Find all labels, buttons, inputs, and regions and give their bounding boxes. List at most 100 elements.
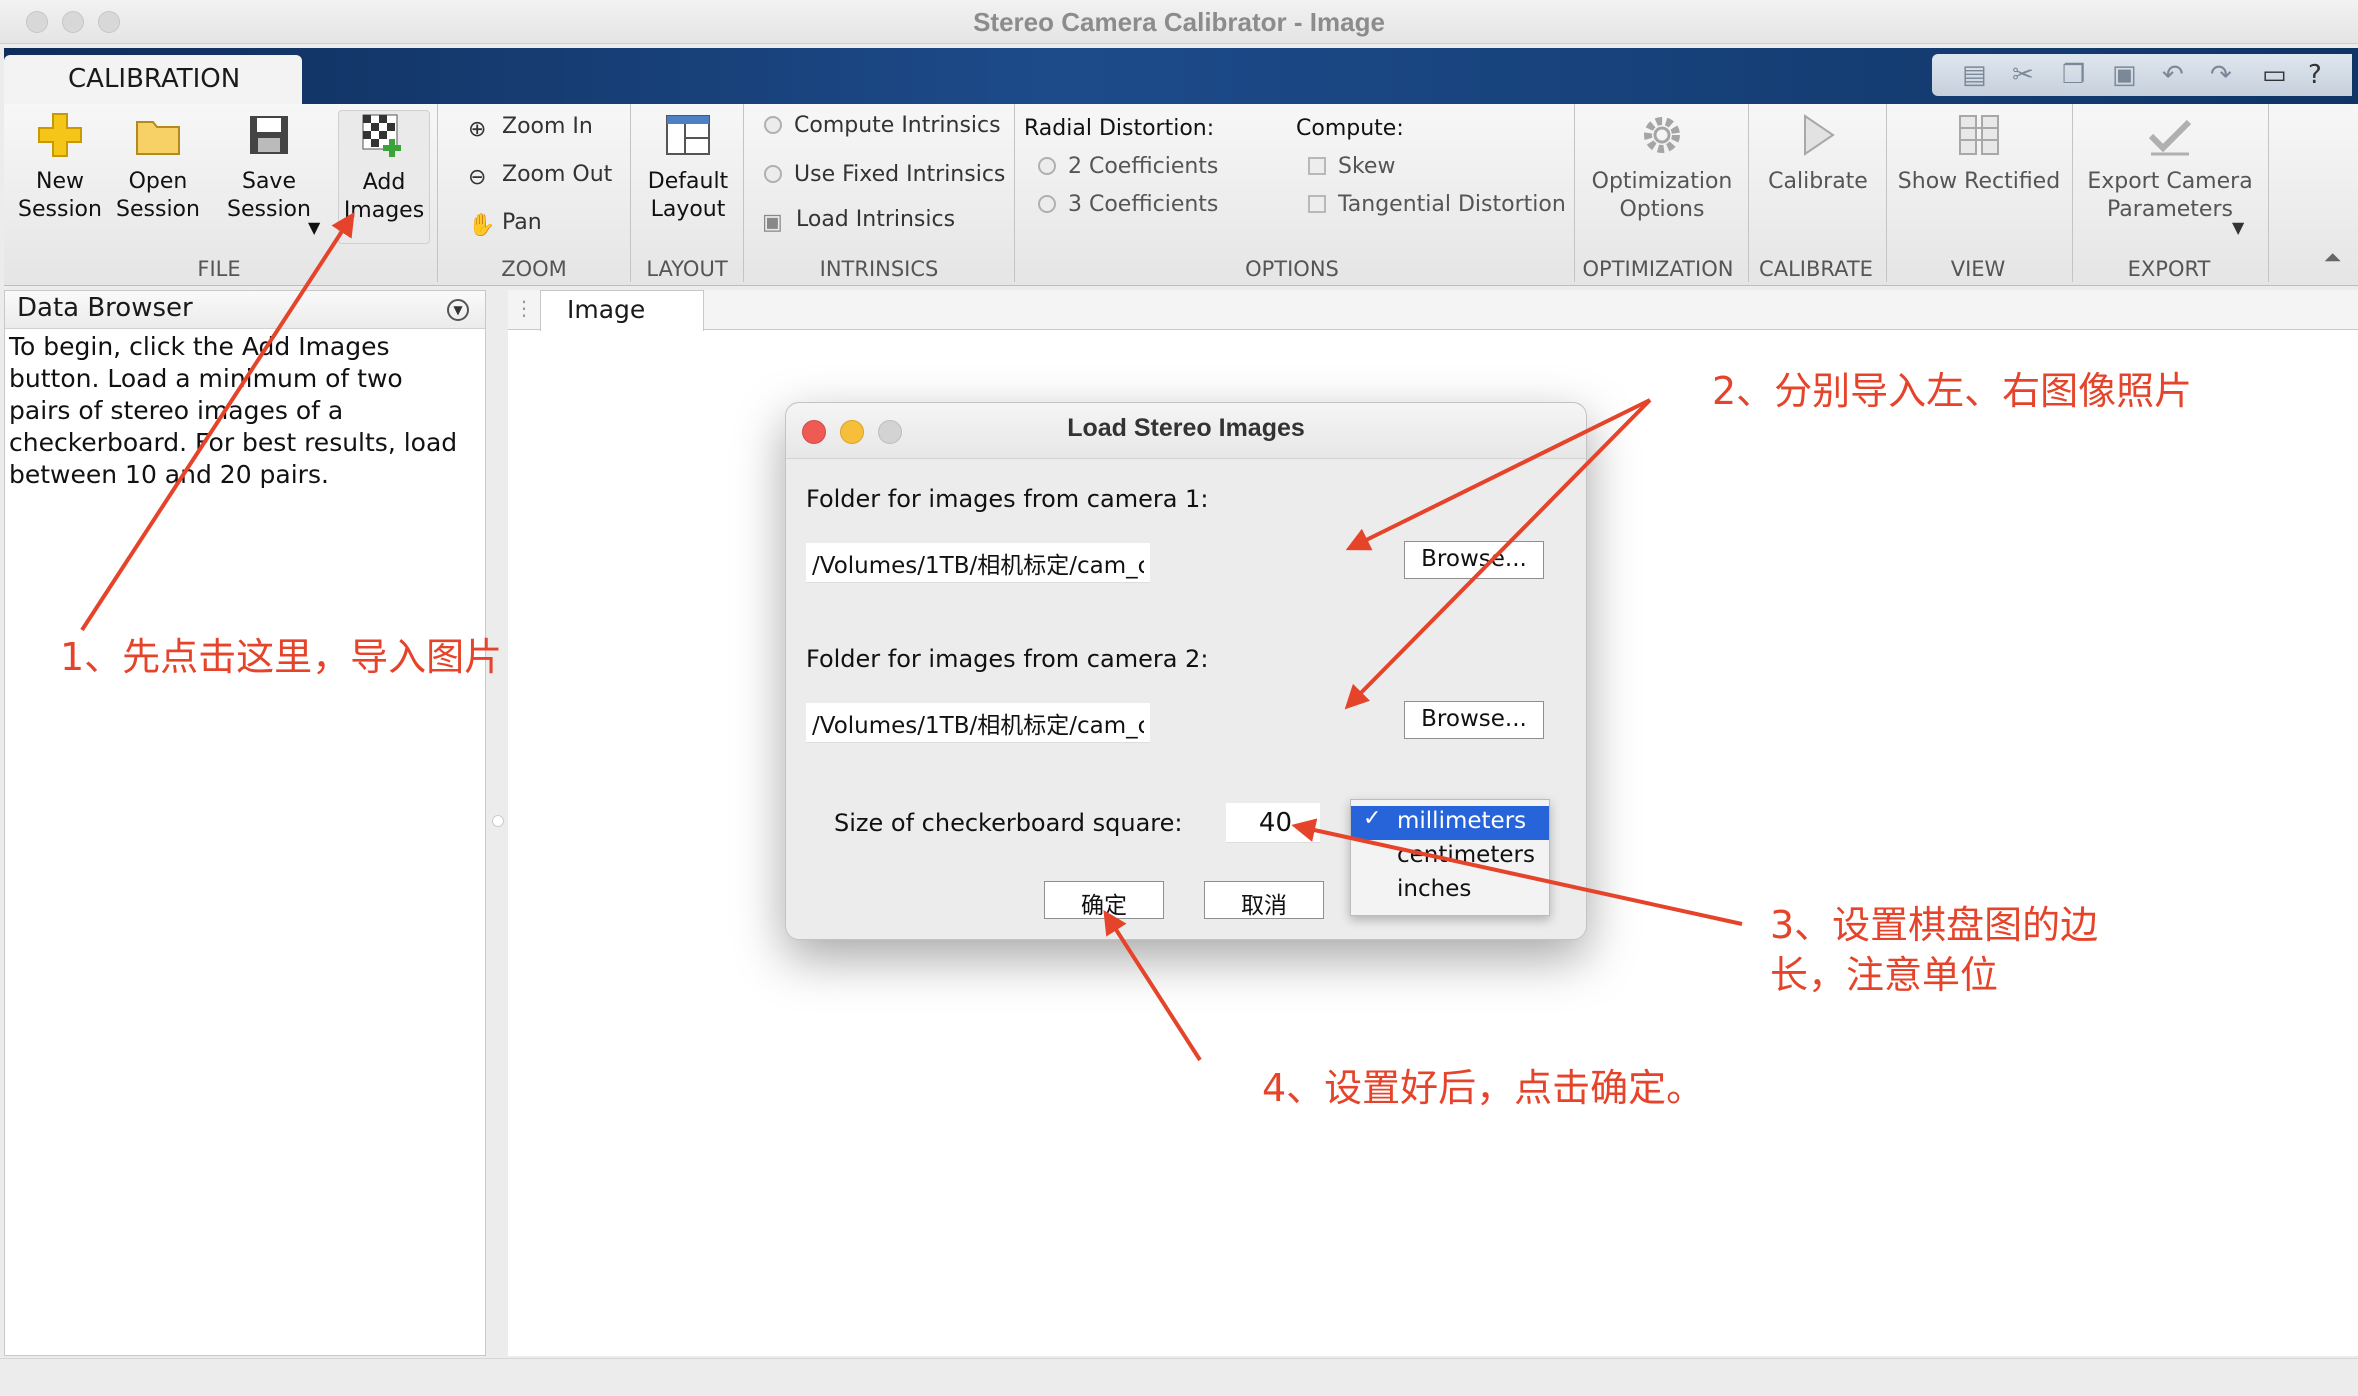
- window-titlebar: Stereo Camera Calibrator - Image: [0, 0, 2358, 44]
- divider: [1014, 104, 1015, 282]
- checkmark-icon: ✓: [1363, 806, 1382, 831]
- two-coefficients-label: 2 Coefficients: [1068, 154, 1219, 179]
- use-fixed-intrinsics-label: Use Fixed Intrinsics: [794, 162, 1006, 187]
- image-tab-bar: [508, 290, 2358, 330]
- camera2-browse-button[interactable]: Browse...: [1404, 701, 1544, 739]
- camera1-path-input[interactable]: [806, 543, 1150, 583]
- skew-label: Skew: [1338, 154, 1396, 179]
- radio-icon: [764, 116, 782, 134]
- data-browser-panel: Data Browser ▼ To begin, click the Add I…: [4, 290, 486, 1356]
- file-group-label: FILE: [197, 257, 241, 281]
- quick-access-toolbar: ▤ ✂ ❐ ▣ ↶ ↷ ▭ ?: [1932, 54, 2352, 96]
- redo-icon[interactable]: ↷: [2210, 60, 2232, 90]
- tangential-distortion-label: Tangential Distortion: [1338, 192, 1566, 217]
- skew-checkbox[interactable]: Skew: [1308, 154, 1395, 179]
- undo-icon[interactable]: ↶: [2162, 60, 2184, 90]
- square-size-input[interactable]: [1226, 803, 1320, 843]
- divider: [1574, 104, 1575, 282]
- hand-icon: ✋: [468, 213, 496, 238]
- divider: [1748, 104, 1749, 282]
- add-images-button[interactable]: Add Images: [338, 110, 430, 244]
- camera2-path-input[interactable]: [806, 703, 1150, 743]
- pan-label: Pan: [502, 210, 542, 235]
- gear-icon: [1644, 117, 1680, 153]
- unit-dropdown-list: ✓ millimeters centimeters inches: [1350, 799, 1550, 916]
- camera1-label: Folder for images from camera 1:: [806, 485, 1209, 513]
- splitter-handle[interactable]: [492, 815, 504, 827]
- checkmark-icon: [2148, 119, 2192, 156]
- annotation-step2: 2、分别导入左、右图像照片: [1712, 369, 2193, 413]
- cut-icon[interactable]: ✂: [2012, 60, 2034, 90]
- tab-calibration[interactable]: CALIBRATION: [4, 55, 302, 105]
- annotation-step3-line1: 3、设置棋盘图的边: [1770, 903, 2099, 947]
- help-icon[interactable]: ?: [2308, 60, 2322, 90]
- zoom-out-button[interactable]: ⊖ Zoom Out: [468, 162, 613, 190]
- zoom-in-button[interactable]: ⊕ Zoom In: [468, 114, 593, 142]
- load-intrinsics-icon: ▣: [762, 210, 783, 235]
- intrinsics-group-label: INTRINSICS: [819, 257, 939, 281]
- three-coefficients-radio[interactable]: 3 Coefficients: [1038, 192, 1218, 217]
- save-session-button[interactable]: Save Session ▼: [210, 110, 328, 237]
- checkbox-icon: [1308, 157, 1326, 175]
- calibrate-button[interactable]: Calibrate: [1756, 110, 1880, 196]
- add-images-icon: [362, 114, 401, 157]
- optimization-options-button[interactable]: Optimization Options: [1584, 110, 1740, 224]
- compute-intrinsics-label: Compute Intrinsics: [794, 113, 1001, 138]
- chevron-down-icon[interactable]: ▼: [308, 214, 320, 242]
- camera1-browse-button[interactable]: Browse...: [1404, 541, 1544, 579]
- show-rectified-button[interactable]: Show Rectified: [1894, 110, 2064, 196]
- window-title: Stereo Camera Calibrator - Image: [973, 7, 1385, 37]
- annotation-step4: 4、设置好后，点击确定。: [1262, 1066, 1705, 1110]
- divider: [630, 104, 631, 282]
- export-camera-parameters-button[interactable]: Export Camera Parameters ▼: [2080, 110, 2260, 237]
- export-group-label: EXPORT: [2127, 257, 2211, 281]
- open-session-button[interactable]: Open Session: [108, 110, 208, 224]
- optimization-options-label: Optimization Options: [1591, 169, 1733, 222]
- tangential-distortion-checkbox[interactable]: Tangential Distortion: [1308, 192, 1566, 217]
- pan-button[interactable]: ✋ Pan: [468, 210, 542, 238]
- unit-option-label: centimeters: [1397, 842, 1535, 868]
- tab-image[interactable]: Image: [540, 290, 704, 331]
- calibrate-label: Calibrate: [1768, 169, 1868, 194]
- default-layout-label: Default Layout: [647, 169, 729, 222]
- status-bar: [0, 1358, 2358, 1396]
- ok-button[interactable]: 确定: [1044, 881, 1164, 919]
- chevron-down-icon[interactable]: ▼: [2232, 214, 2244, 242]
- use-fixed-intrinsics-radio[interactable]: Use Fixed Intrinsics: [764, 162, 1005, 187]
- zoom-in-icon: ⊕: [468, 117, 487, 142]
- calibrate-group-label: CALIBRATE: [1759, 257, 1873, 281]
- zoom-in-label: Zoom In: [502, 114, 593, 139]
- floppy-disk-icon: [250, 116, 288, 154]
- cancel-button[interactable]: 取消: [1204, 881, 1324, 919]
- unit-option-inches[interactable]: inches: [1351, 874, 1549, 908]
- load-intrinsics-button[interactable]: ▣ Load Intrinsics: [762, 207, 955, 235]
- folder-icon: [136, 121, 180, 155]
- zoom-out-label: Zoom Out: [502, 162, 613, 187]
- data-browser-header: Data Browser ▼: [5, 291, 485, 329]
- save-icon[interactable]: ▤: [1962, 60, 1987, 90]
- open-session-label: Open Session: [116, 169, 200, 222]
- divider: [2072, 104, 2073, 282]
- two-coefficients-radio[interactable]: 2 Coefficients: [1038, 154, 1218, 179]
- unit-option-centimeters[interactable]: centimeters: [1351, 840, 1549, 874]
- radial-distortion-header: Radial Distortion:: [1024, 116, 1215, 141]
- unit-option-label: inches: [1397, 876, 1472, 902]
- copy-icon[interactable]: ❐: [2062, 60, 2085, 90]
- window-layout-icon[interactable]: ▭: [2262, 60, 2287, 90]
- compute-intrinsics-radio[interactable]: Compute Intrinsics: [764, 113, 1001, 138]
- new-session-label: New Session: [18, 169, 102, 222]
- zoom-out-icon: ⊖: [468, 165, 487, 190]
- zoom-group-label: ZOOM: [501, 257, 567, 281]
- add-images-label: Add Images: [343, 170, 425, 223]
- collapse-ribbon-icon[interactable]: ⏶: [2324, 246, 2342, 271]
- default-layout-button[interactable]: Default Layout: [640, 110, 736, 224]
- three-coefficients-label: 3 Coefficients: [1068, 192, 1219, 217]
- tab-grip-icon: ⋮: [514, 296, 534, 320]
- divider: [437, 104, 438, 282]
- new-session-button[interactable]: New Session: [10, 110, 110, 224]
- export-camera-parameters-label: Export Camera Parameters: [2087, 169, 2253, 222]
- rectified-icon: [1959, 115, 1999, 155]
- paste-icon[interactable]: ▣: [2112, 60, 2137, 90]
- unit-option-millimeters[interactable]: ✓ millimeters: [1351, 806, 1549, 840]
- panel-menu-icon[interactable]: ▼: [447, 299, 469, 321]
